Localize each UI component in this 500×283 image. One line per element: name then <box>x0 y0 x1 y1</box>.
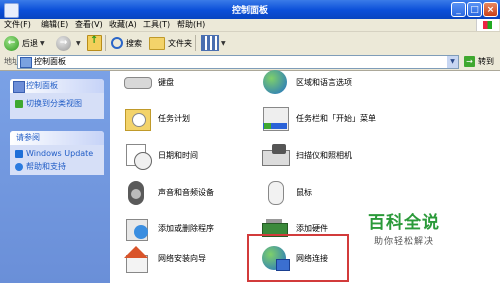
menu-bar: 文件(F) 编辑(E) 查看(V) 收藏(A) 工具(T) 帮助(H) <box>0 19 500 32</box>
switch-view-label: 切换到分类视图 <box>26 99 82 108</box>
section-title: 请参阅 <box>16 133 40 142</box>
window-title: 控制面板 <box>231 6 268 16</box>
address-bar: 地址 控制面板 ▼ → 转到 <box>0 54 500 71</box>
item-label: 添加硬件 <box>296 223 328 233</box>
go-arrow-icon: → <box>464 56 475 67</box>
address-dropdown-button[interactable]: ▼ <box>447 56 458 68</box>
item-regional-language[interactable]: 区域和语言选项 <box>260 65 352 99</box>
title-bar: 控制面板 _ □ × <box>0 0 500 19</box>
address-value: 控制面板 <box>34 57 66 66</box>
folders-label: 文件夹 <box>168 38 192 48</box>
windows-update-icon <box>15 150 23 158</box>
item-taskbar-start-menu[interactable]: 任务栏和「开始」菜单 <box>260 101 376 135</box>
windows-update-link[interactable]: Windows Update <box>10 147 104 160</box>
folder-icon <box>149 36 165 50</box>
address-input[interactable]: 控制面板 ▼ <box>17 55 459 69</box>
forward-button[interactable]: → ▼ <box>56 35 81 51</box>
views-icon <box>201 35 219 51</box>
help-support-link[interactable]: 帮助和支持 <box>10 160 104 173</box>
item-scanners-cameras[interactable]: 扫描仪和照相机 <box>260 138 352 172</box>
task-pane: 控制面板 切换到分类视图 请参阅 Windows Update 帮助和支持 <box>0 71 110 283</box>
up-button[interactable] <box>87 35 102 51</box>
item-label: 任务计划 <box>158 113 190 123</box>
switch-category-view-link[interactable]: 切换到分类视图 <box>10 97 104 110</box>
globe-clock-icon <box>260 67 290 97</box>
menu-tools[interactable]: 工具(T) <box>143 19 170 31</box>
item-label: 日期和时间 <box>158 150 198 160</box>
windows-flag-icon <box>483 21 492 29</box>
forward-arrow-icon: → <box>56 35 71 51</box>
item-label: 网络安装向导 <box>158 253 206 263</box>
folder-up-icon <box>87 35 102 51</box>
link-label: Windows Update <box>26 149 94 158</box>
speaker-icon <box>122 177 152 207</box>
windows-logo <box>476 19 499 31</box>
add-remove-programs-icon <box>122 213 152 243</box>
scheduled-tasks-icon <box>122 103 152 133</box>
item-label: 区域和语言选项 <box>296 77 352 87</box>
network-setup-icon <box>122 243 152 273</box>
item-scheduled-tasks[interactable]: 任务计划 <box>122 101 190 135</box>
item-label: 键盘 <box>158 77 174 87</box>
item-label: 添加或删除程序 <box>158 223 214 233</box>
see-also-section: 请参阅 Windows Update 帮助和支持 <box>10 131 104 175</box>
views-button[interactable]: ▼ <box>201 35 226 51</box>
item-network-setup-wizard[interactable]: 网络安装向导 <box>122 241 206 275</box>
go-label: 转到 <box>478 57 494 66</box>
item-keyboard[interactable]: 键盘 <box>122 65 174 99</box>
toolbar-separator <box>105 35 106 51</box>
item-sounds-audio[interactable]: 声音和音频设备 <box>122 175 214 209</box>
item-mouse[interactable]: 鼠标 <box>260 175 312 209</box>
section-header[interactable]: 控制面板 <box>10 79 104 93</box>
calendar-clock-icon <box>122 140 152 170</box>
search-icon <box>111 37 123 49</box>
link-label: 帮助和支持 <box>26 162 66 171</box>
watermark-subtitle: 助你轻松解决 <box>373 237 434 247</box>
switch-view-icon <box>15 100 23 108</box>
menu-help[interactable]: 帮助(H) <box>177 19 205 31</box>
menu-file[interactable]: 文件(F) <box>4 19 31 31</box>
control-panel-icon <box>20 57 32 68</box>
help-icon <box>15 163 23 171</box>
go-button[interactable]: → 转到 <box>464 56 494 67</box>
toolbar: ← 后退 ▼ → ▼ 搜索 文件夹 ▼ <box>0 32 500 55</box>
item-label: 扫描仪和照相机 <box>296 150 352 160</box>
item-label: 鼠标 <box>296 187 312 197</box>
close-button[interactable]: × <box>483 2 498 17</box>
section-title: 控制面板 <box>26 81 58 90</box>
mouse-icon <box>260 177 290 207</box>
toolbar-separator <box>195 35 196 51</box>
section-header[interactable]: 请参阅 <box>10 131 104 145</box>
back-arrow-icon: ← <box>4 35 19 51</box>
watermark-title: 百科全说 <box>368 213 440 233</box>
control-panel-section: 控制面板 切换到分类视图 <box>10 79 104 119</box>
back-label: 后退 <box>22 38 38 48</box>
menu-view[interactable]: 查看(V) <box>75 19 103 31</box>
item-label: 任务栏和「开始」菜单 <box>296 113 376 123</box>
highlight-box <box>247 234 349 282</box>
taskbar-icon <box>260 103 290 133</box>
back-button[interactable]: ← 后退 ▼ <box>4 35 45 51</box>
scanner-camera-icon <box>260 140 290 170</box>
folders-button[interactable]: 文件夹 <box>149 35 192 51</box>
maximize-button[interactable]: □ <box>467 2 482 17</box>
item-date-time[interactable]: 日期和时间 <box>122 138 198 172</box>
menu-favorites[interactable]: 收藏(A) <box>109 19 137 31</box>
search-button[interactable]: 搜索 <box>111 35 142 51</box>
watermark: 百科全说 助你轻松解决 <box>368 208 440 247</box>
control-panel-icon <box>13 81 25 93</box>
chevron-down-icon: ▼ <box>76 39 81 47</box>
chevron-down-icon: ▼ <box>221 39 226 47</box>
minimize-button[interactable]: _ <box>451 2 466 17</box>
item-add-remove-programs[interactable]: 添加或删除程序 <box>122 211 214 245</box>
search-label: 搜索 <box>126 38 142 48</box>
menu-edit[interactable]: 编辑(E) <box>41 19 68 31</box>
keyboard-icon <box>122 67 152 97</box>
chevron-down-icon: ▼ <box>40 39 45 47</box>
item-label: 声音和音频设备 <box>158 187 214 197</box>
